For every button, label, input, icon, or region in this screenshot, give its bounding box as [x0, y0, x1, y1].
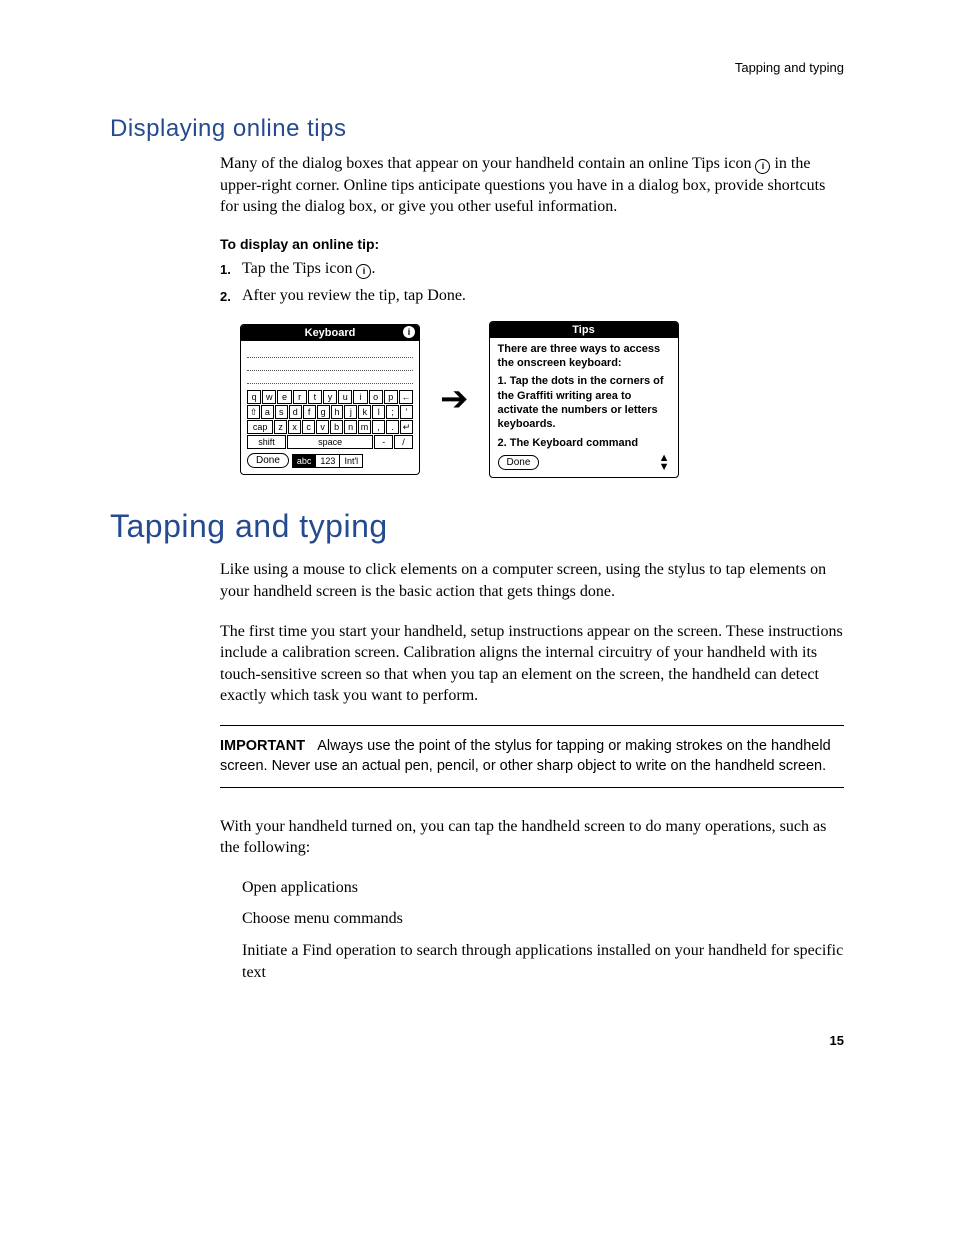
page-number: 15 — [110, 1033, 844, 1048]
key-j[interactable]: j — [344, 405, 357, 419]
intro-paragraph: Many of the dialog boxes that appear on … — [220, 153, 844, 218]
keyboard-title-bar: Keyboard i — [241, 325, 419, 341]
tips-icon: i — [755, 159, 770, 174]
key-t[interactable]: t — [308, 390, 322, 404]
key-i[interactable]: i — [353, 390, 367, 404]
heading-tapping-and-typing: Tapping and typing — [110, 508, 844, 545]
tips-icon-inline: i — [356, 264, 371, 279]
key-slash[interactable]: / — [394, 435, 413, 449]
kbd-row-3: cap z x c v b n m , . ↵ — [247, 420, 413, 434]
key-y[interactable]: y — [323, 390, 337, 404]
key-shift[interactable]: shift — [247, 435, 286, 449]
key-semicolon[interactable]: ; — [386, 405, 399, 419]
key-q[interactable]: q — [247, 390, 261, 404]
key-w[interactable]: w — [262, 390, 276, 404]
tips-paragraph-1: There are three ways to access the onscr… — [498, 342, 670, 371]
key-c[interactable]: c — [302, 420, 315, 434]
important-label: IMPORTANT — [220, 738, 305, 754]
procedure-steps: 1. Tap the Tips icon i. 2. After you rev… — [220, 260, 844, 305]
tips-paragraph-2: 1. Tap the dots in the corners of the Gr… — [498, 374, 670, 431]
operations-list: Open applications Choose menu commands I… — [242, 877, 844, 983]
tips-paragraph-3: 2. The Keyboard command — [498, 436, 670, 450]
step-1-text: Tap the Tips icon i. — [242, 260, 375, 279]
tab-123[interactable]: 123 — [315, 454, 340, 468]
arrow-icon: ➔ — [440, 383, 469, 417]
key-comma[interactable]: , — [372, 420, 385, 434]
key-cap[interactable]: cap — [247, 420, 273, 434]
onscreen-keyboard: q w e r t y u i o p ← ⇧ a — [247, 390, 413, 449]
tab-abc[interactable]: abc — [292, 454, 317, 468]
operation-1: Open applications — [242, 877, 844, 899]
key-p[interactable]: p — [384, 390, 398, 404]
section1-body: Many of the dialog boxes that appear on … — [220, 153, 844, 478]
key-f[interactable]: f — [303, 405, 316, 419]
key-d[interactable]: d — [289, 405, 302, 419]
key-h[interactable]: h — [331, 405, 344, 419]
step-2-text: After you review the tip, tap Done. — [242, 287, 466, 305]
step-1-b: . — [371, 260, 375, 277]
kbd-row-2: ⇧ a s d f g h j k l ; ' — [247, 405, 413, 419]
key-a[interactable]: a — [261, 405, 274, 419]
key-m[interactable]: m — [358, 420, 371, 434]
step-2: 2. After you review the tip, tap Done. — [220, 287, 844, 305]
step-number-1: 1. — [220, 260, 242, 279]
key-v[interactable]: v — [316, 420, 329, 434]
section2-p1: Like using a mouse to click elements on … — [220, 559, 844, 602]
key-space[interactable]: space — [287, 435, 373, 449]
keyboard-dialog: Keyboard i q w e r t y u i — [240, 324, 420, 475]
tips-title: Tips — [572, 324, 594, 336]
key-o[interactable]: o — [369, 390, 383, 404]
operation-3: Initiate a Find operation to search thro… — [242, 940, 844, 983]
key-return[interactable]: ↵ — [400, 420, 413, 434]
operation-2: Choose menu commands — [242, 908, 844, 930]
step-number-2: 2. — [220, 287, 242, 305]
scroll-arrows-icon[interactable]: ▲▼ — [659, 454, 670, 472]
key-r[interactable]: r — [293, 390, 307, 404]
info-icon[interactable]: i — [403, 326, 415, 338]
key-period[interactable]: . — [386, 420, 399, 434]
tab-intl[interactable]: Int'l — [339, 454, 363, 468]
key-x[interactable]: x — [288, 420, 301, 434]
heading-displaying-online-tips: Displaying online tips — [110, 115, 844, 143]
tips-bottom-bar: Done ▲▼ — [498, 454, 670, 472]
key-shift-indicator[interactable]: ⇧ — [247, 405, 260, 419]
text-line-3 — [247, 371, 413, 384]
kbd-row-1: q w e r t y u i o p ← — [247, 390, 413, 404]
intro-text-a: Many of the dialog boxes that appear on … — [220, 155, 751, 172]
key-backspace[interactable]: ← — [399, 390, 413, 404]
key-n[interactable]: n — [344, 420, 357, 434]
key-dash[interactable]: - — [374, 435, 393, 449]
section2-body: Like using a mouse to click elements on … — [220, 559, 844, 983]
key-g[interactable]: g — [317, 405, 330, 419]
important-text: Always use the point of the stylus for t… — [220, 738, 831, 774]
text-line-1 — [247, 345, 413, 358]
keyboard-bottom-bar: Done abc 123 Int'l — [247, 453, 413, 468]
key-z[interactable]: z — [274, 420, 287, 434]
key-b[interactable]: b — [330, 420, 343, 434]
procedure-subhead: To display an online tip: — [220, 236, 844, 252]
tips-done-button[interactable]: Done — [498, 455, 540, 470]
key-apostrophe[interactable]: ' — [400, 405, 413, 419]
key-u[interactable]: u — [338, 390, 352, 404]
important-callout: IMPORTANT Always use the point of the st… — [220, 725, 844, 788]
step-1-a: Tap the Tips icon — [242, 260, 356, 277]
tips-dialog: Tips There are three ways to access the … — [489, 321, 679, 479]
keyboard-title: Keyboard — [305, 327, 356, 339]
kbd-row-4: shift space - / — [247, 435, 413, 449]
tips-title-bar: Tips — [490, 322, 678, 338]
keyboard-done-button[interactable]: Done — [247, 453, 289, 468]
key-k[interactable]: k — [358, 405, 371, 419]
figure-row: Keyboard i q w e r t y u i — [240, 321, 844, 479]
section2-p2: The first time you start your handheld, … — [220, 621, 844, 707]
keyboard-mode-tabs: abc 123 Int'l — [293, 454, 363, 468]
section2-p3: With your handheld turned on, you can ta… — [220, 816, 844, 859]
text-line-2 — [247, 358, 413, 371]
page: Tapping and typing Displaying online tip… — [0, 0, 954, 1108]
key-s[interactable]: s — [275, 405, 288, 419]
key-e[interactable]: e — [277, 390, 291, 404]
key-l[interactable]: l — [372, 405, 385, 419]
running-head: Tapping and typing — [110, 60, 844, 75]
step-1: 1. Tap the Tips icon i. — [220, 260, 844, 279]
